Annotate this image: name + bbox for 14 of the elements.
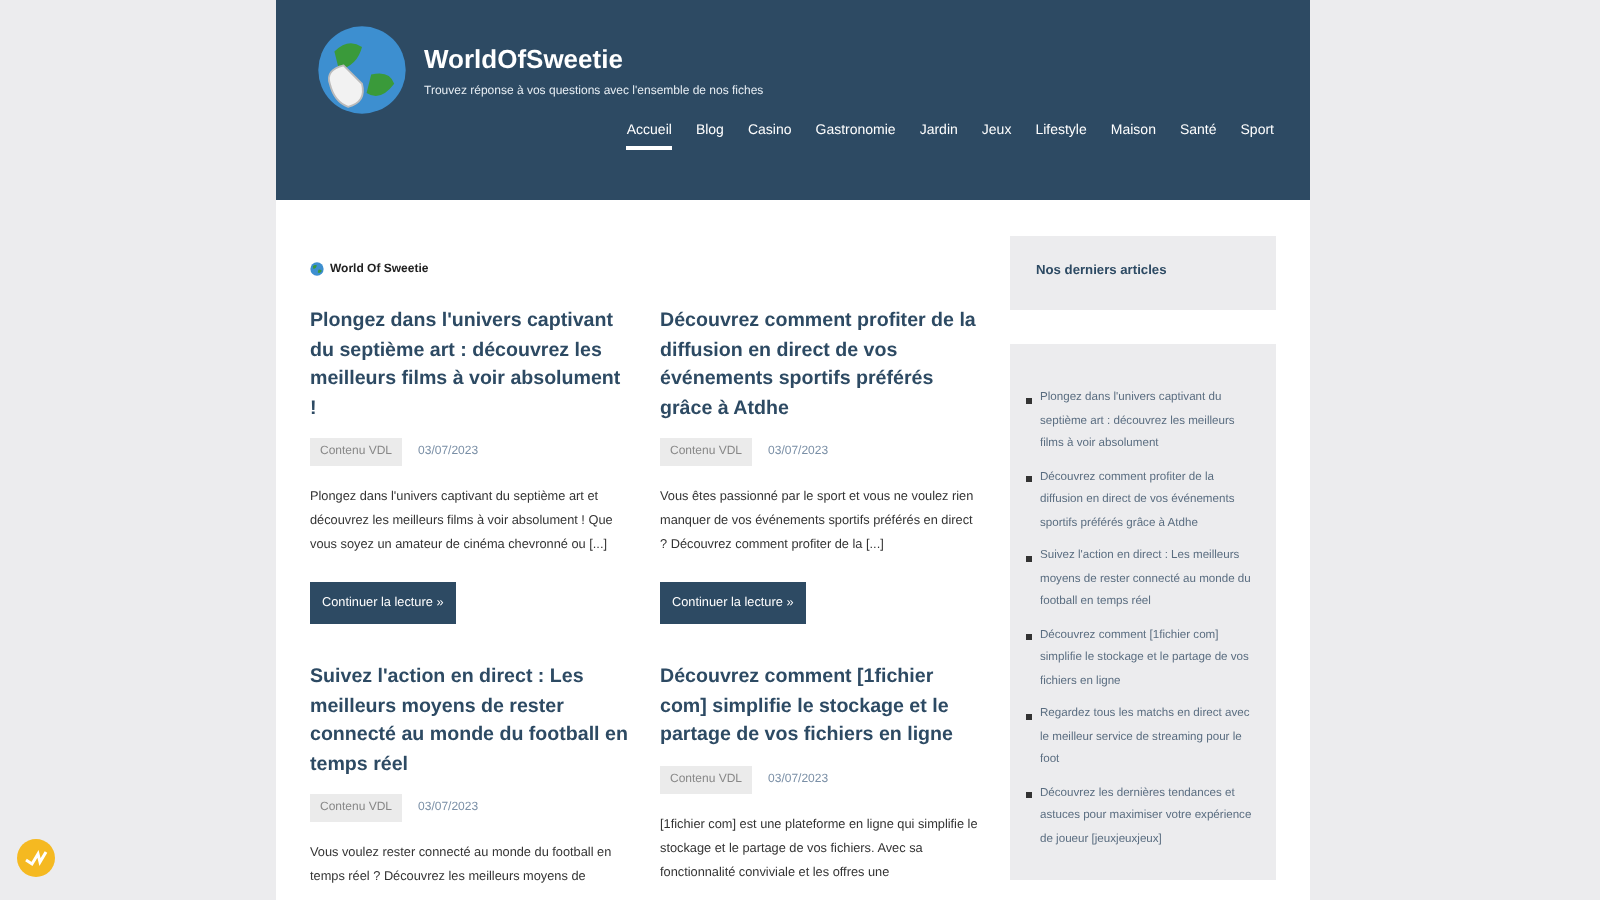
bullet-icon xyxy=(1026,792,1032,798)
bullet-icon xyxy=(1026,397,1032,403)
globe-icon xyxy=(310,262,324,276)
post-title[interactable]: Suivez l'action en direct : Les meilleurs moyens de rester connecté au monde du football en temps réel xyxy=(310,664,630,780)
site-title[interactable]: WorldOfSweetie xyxy=(424,43,764,73)
bullet-icon xyxy=(1026,476,1032,482)
bullet-icon xyxy=(1026,555,1032,561)
bullet-icon xyxy=(1026,713,1032,719)
post-title[interactable]: Plongez dans l'univers captivant du septième art : découvrez les meilleurs films à voir absolument ! xyxy=(310,308,630,424)
post-title[interactable]: Découvrez comment profiter de la diffusion en direct de vos événements sportifs préférés grâce à Atdhe xyxy=(660,308,980,424)
globe-mouse-logo xyxy=(316,24,408,116)
bullet-icon xyxy=(1026,634,1032,640)
post-title[interactable]: Découvrez comment [1fichier com] simplifie le stockage et le partage de vos fichiers en ligne xyxy=(660,664,980,751)
check-badge-icon[interactable] xyxy=(16,838,56,878)
